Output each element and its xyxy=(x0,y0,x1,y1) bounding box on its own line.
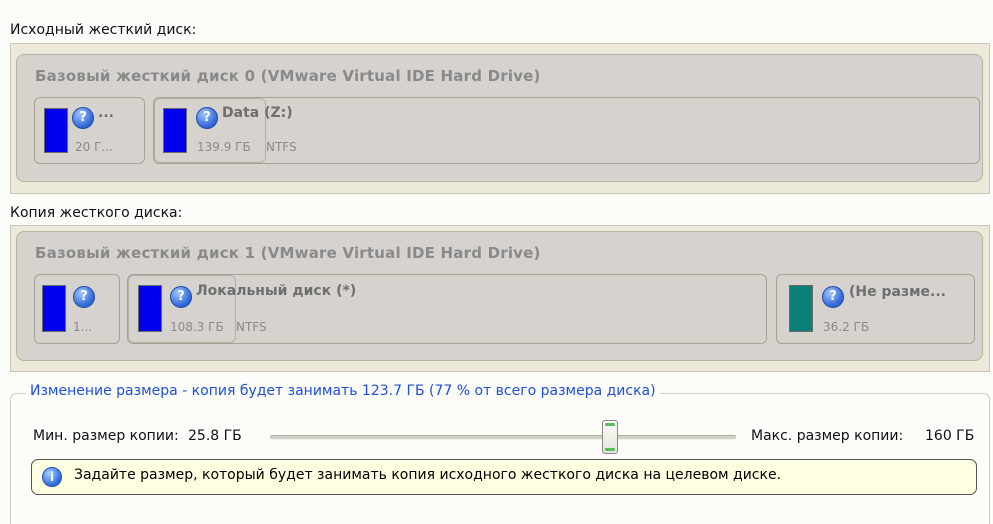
partition-size: 1... xyxy=(73,320,93,334)
partition-size: 139.9 ГБ xyxy=(197,140,251,154)
copy-disk-panel[interactable]: Базовый жесткий диск 1 (VMware Virtual I… xyxy=(16,231,983,361)
partition-name: ... xyxy=(98,105,114,121)
hint-box: i Задайте размер, который будет занимать… xyxy=(31,459,977,495)
partition-size: 36.2 ГБ xyxy=(823,320,870,334)
partition-name: Локальный диск (*) xyxy=(196,283,357,299)
info-icon: i xyxy=(42,467,62,487)
question-icon: ? xyxy=(73,286,95,308)
copy-disk-group: Базовый жесткий диск 1 (VMware Virtual I… xyxy=(10,225,990,372)
size-slider-track[interactable] xyxy=(270,435,736,440)
hint-text: Задайте размер, который будет занимать к… xyxy=(74,467,782,483)
max-size-label: Макс. размер копии: xyxy=(751,428,904,444)
source-partition-2[interactable]: ? Data (Z:) 139.9 ГБ NTFS xyxy=(153,97,980,164)
question-icon: ? xyxy=(196,107,218,129)
min-size-value: 25.8 ГБ xyxy=(188,428,242,444)
source-disk-label: Исходный жесткий диск: xyxy=(10,22,197,38)
partition-filesystem: NTFS xyxy=(266,140,297,154)
copy-partition-2[interactable]: ? Локальный диск (*) 108.3 ГБ NTFS xyxy=(127,274,767,344)
partition-name: Data (Z:) xyxy=(222,105,293,121)
copy-partition-unallocated[interactable]: ? (Не разме... 36.2 ГБ xyxy=(776,274,975,344)
partition-usage-bar xyxy=(42,285,66,332)
partition-usage-bar xyxy=(163,108,187,153)
source-partition-1[interactable]: ? ... 20 Г... xyxy=(34,97,145,164)
copy-partition-1[interactable]: ? 1... xyxy=(34,274,120,344)
question-icon: ? xyxy=(72,107,94,129)
partition-usage-bar xyxy=(138,285,162,332)
copy-disk-title: Базовый жесткий диск 1 (VMware Virtual I… xyxy=(35,244,541,262)
partition-size: 108.3 ГБ xyxy=(170,320,224,334)
min-size-label: Мин. размер копии: xyxy=(33,428,179,444)
source-disk-group: Базовый жесткий диск 0 (VMware Virtual I… xyxy=(10,43,990,194)
partition-usage-bar xyxy=(44,108,68,153)
size-slider-thumb[interactable] xyxy=(602,420,618,454)
partition-filesystem: NTFS xyxy=(236,320,267,334)
source-disk-panel[interactable]: Базовый жесткий диск 0 (VMware Virtual I… xyxy=(16,54,983,182)
copy-disk-label: Копия жесткого диска: xyxy=(10,205,183,221)
max-size-value: 160 ГБ xyxy=(925,428,975,444)
partition-usage-bar xyxy=(789,285,813,332)
partition-size: 20 Г... xyxy=(75,140,113,154)
question-icon: ? xyxy=(170,286,192,308)
source-disk-title: Базовый жесткий диск 0 (VMware Virtual I… xyxy=(35,67,541,85)
partition-name: (Не разме... xyxy=(849,284,946,300)
question-icon: ? xyxy=(822,286,844,308)
resize-legend: Изменение размера - копия будет занимать… xyxy=(26,383,660,399)
